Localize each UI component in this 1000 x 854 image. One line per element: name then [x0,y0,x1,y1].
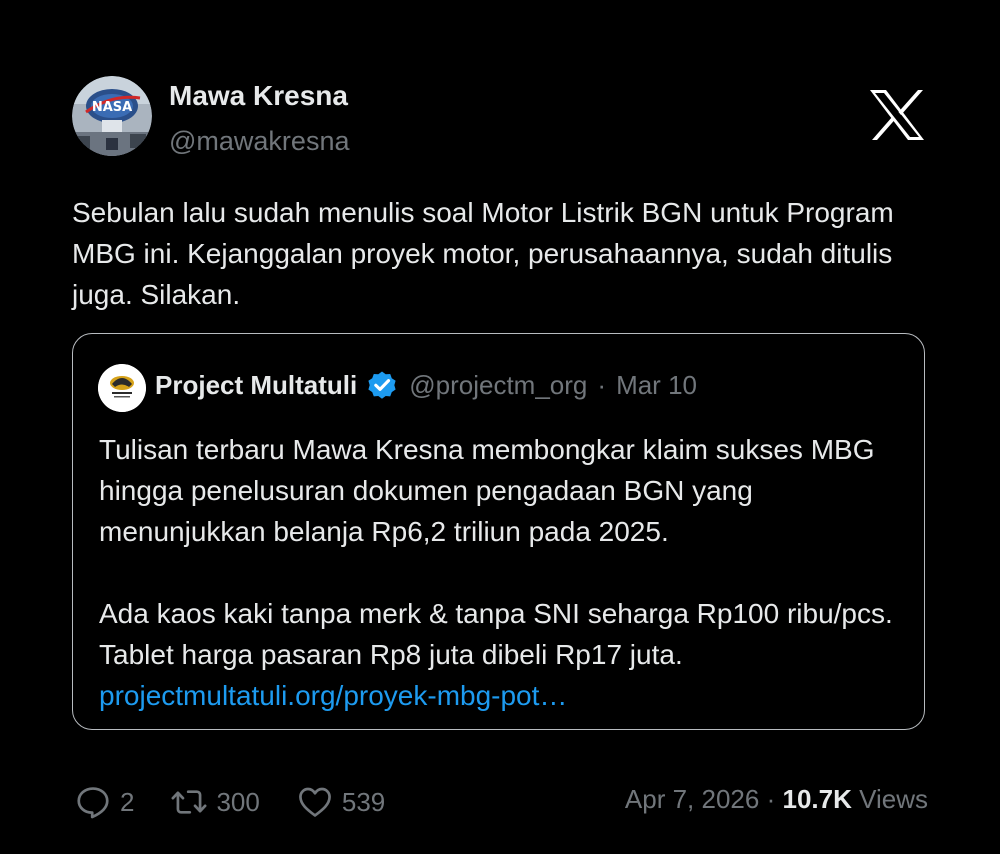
like-count: 539 [341,786,386,817]
quoted-author-avatar[interactable] [98,364,146,412]
quoted-date[interactable]: Mar 10 [616,370,697,401]
quoted-author-name[interactable]: Project Multatuli [155,370,357,401]
quoted-separator: · [597,369,607,400]
author-handle[interactable]: @mawakresna [169,126,349,157]
reply-icon [77,787,109,819]
tweet-text: Sebulan lalu sudah menulis soal Motor Li… [72,197,894,310]
views-count: 10.7K [782,784,852,814]
author-name[interactable]: Mawa Kresna [169,80,348,112]
quoted-tweet[interactable]: Project Multatuli @projectm_org · Mar 10… [72,333,925,730]
tweet-date[interactable]: Apr 7, 2026 [625,784,759,814]
quoted-body: Tulisan terbaru Mawa Kresna membongkar k… [99,429,909,716]
tweet-meta: Apr 7, 2026 · 10.7K Views [625,784,928,815]
retweet-count: 300 [216,786,260,817]
quoted-link[interactable]: projectmultatuli.org/proyek-mbg-pot… [99,675,909,716]
tweet-actions: 2 300 539 [74,782,421,822]
views-label: Views [859,784,928,814]
reply-count: 2 [120,786,135,817]
quoted-paragraph-1: Tulisan terbaru Mawa Kresna membongkar k… [99,434,875,547]
reply-button[interactable]: 2 [74,783,134,821]
quoted-header: Project Multatuli @projectm_org · Mar 10 [155,368,697,402]
meta-separator: · [766,784,776,814]
x-logo-icon[interactable] [868,88,926,142]
quoted-paragraph-2: Ada kaos kaki tanpa merk & tanpa SNI seh… [99,598,893,670]
retweet-icon [171,790,207,814]
quoted-author-handle[interactable]: @projectm_org [409,370,587,401]
heart-icon [298,787,331,817]
svg-text:NASA: NASA [92,100,132,115]
verified-badge-icon [368,371,396,399]
tweet-card: NASA Mawa Kresna @mawakresna Sebulan lal… [0,0,1000,854]
retweet-button[interactable]: 300 [170,783,260,821]
author-avatar[interactable]: NASA [72,76,152,156]
like-button[interactable]: 539 [296,783,385,821]
